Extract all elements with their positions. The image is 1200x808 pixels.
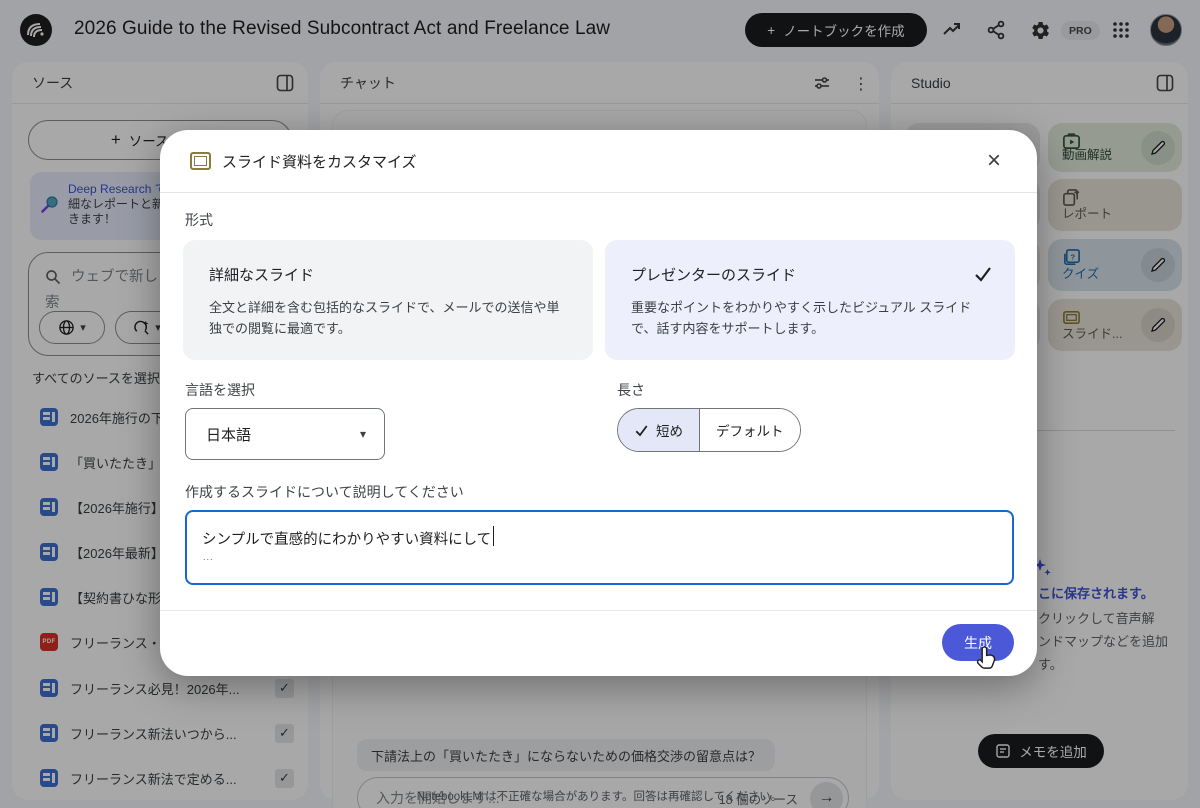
slide-description-label: 作成するスライドについて説明してください bbox=[185, 482, 464, 502]
length-option-default[interactable]: デフォルト bbox=[699, 409, 800, 451]
language-label: 言語を選択 bbox=[185, 380, 255, 400]
modal-footer-divider bbox=[160, 610, 1037, 611]
customize-slides-modal: スライド資料をカスタマイズ × 形式 詳細なスライド 全文と詳細を含む包括的なス… bbox=[160, 130, 1037, 676]
slide-description-input[interactable]: シンプルで直感的にわかりやすい資料にして ... bbox=[185, 510, 1014, 585]
mouse-cursor-pointer bbox=[975, 645, 999, 671]
check-icon bbox=[634, 423, 649, 438]
length-segmented-control: 短め デフォルト bbox=[617, 408, 801, 452]
format-option-presenter[interactable]: プレゼンターのスライド 重要なポイントをわかりやすく示したビジュアル スライドで… bbox=[605, 240, 1015, 360]
length-option-short[interactable]: 短め bbox=[618, 409, 699, 451]
format-option-detailed[interactable]: 詳細なスライド 全文と詳細を含む包括的なスライドで、メールでの送信や単独での閲覧… bbox=[183, 240, 593, 360]
length-label: 長さ bbox=[617, 380, 645, 400]
language-select[interactable]: 日本語 ▾ bbox=[185, 408, 385, 460]
ime-underline-dots: ... bbox=[203, 552, 214, 562]
notebooklm-app: 2026 Guide to the Revised Subcontract Ac… bbox=[0, 0, 1200, 808]
language-value: 日本語 bbox=[206, 424, 360, 445]
chevron-down-icon: ▾ bbox=[360, 427, 366, 441]
check-icon bbox=[973, 264, 993, 284]
format-label: 形式 bbox=[185, 210, 213, 230]
modal-title: スライド資料をカスタマイズ bbox=[222, 151, 417, 172]
modal-header: スライド資料をカスタマイズ × bbox=[160, 130, 1037, 193]
text-caret bbox=[493, 526, 495, 546]
close-icon[interactable]: × bbox=[979, 146, 1009, 176]
slide-description-value: シンプルで直感的にわかりやすい資料にして bbox=[202, 528, 491, 549]
slides-icon bbox=[190, 152, 211, 170]
